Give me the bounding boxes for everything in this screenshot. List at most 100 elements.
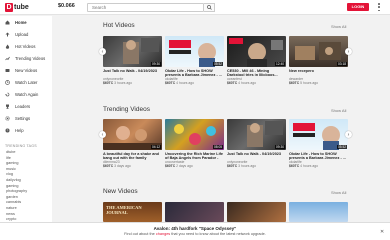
sidebar-item-watch-later[interactable]: Watch Later [0,76,52,88]
section-title-hot-videos: Hot Videos [103,22,135,29]
video-thumbnail[interactable]: 12:40 [227,36,286,67]
video-thumbnail[interactable]: 09:30 [227,119,286,150]
video-thumbnail[interactable]: 05:52 [165,36,224,67]
hot-videos-row: 09:30 Just Talk no Walk - 04/19/2023 onl… [103,36,348,85]
sidebar-item-label: Home [15,19,27,25]
video-title[interactable]: A beautiful day for a shake and bang out… [103,152,162,161]
video-title[interactable]: CE530 - Mill 46 - Mining Darkstool tries… [227,69,286,78]
video-thumbnail[interactable] [227,202,286,222]
sidebar-item-label: Settings [15,115,31,121]
video-card[interactable] [289,202,348,222]
upload-icon [5,32,10,37]
video-thumbnail[interactable] [165,202,224,222]
announcement-title: Avalon: 4th hardfork "Space Odyssey" [153,226,237,231]
video-thumbnail[interactable]: 05:52 [289,119,348,150]
video-card[interactable]: 08:05 Uncovering the Rich Marine Life of… [165,119,224,168]
search-icon [206,5,212,10]
video-card[interactable]: 05:52 Okdar Life - How to SHOW presents … [289,119,348,168]
video-payout: $60TC [165,81,176,86]
clock-icon [5,79,10,85]
video-thumbnail[interactable] [289,202,348,222]
sidebar-item-home[interactable]: Home [0,16,52,28]
announcement-text-before: Find out about the [124,232,156,236]
video-duration: 05:52 [213,62,223,66]
dtube-logo[interactable]: D tube [5,2,29,12]
top-bar: D tube $0.066 LOGIN [0,0,390,15]
video-thumbnail[interactable]: 03:18 [289,36,348,67]
thumbnail-overlay-text: THE AMERICAN JOURNAL [106,205,142,215]
video-card[interactable]: 09:30 Just Talk no Walk - 04/19/2023 onl… [227,119,286,168]
sidebar-item-trending-videos[interactable]: Trending Videos [0,52,52,64]
video-thumbnail[interactable]: 08:05 [165,119,224,150]
video-title[interactable]: Just Talk no Walk - 04/19/2023 [227,152,286,161]
sidebar-item-label: Help [15,127,24,133]
video-thumbnail[interactable]: 04:12 [103,119,162,150]
search-button[interactable] [204,3,215,12]
home-icon [5,20,10,25]
sidebar-item-upload[interactable]: Upload [0,28,52,40]
sidebar-item-settings[interactable]: Settings [0,112,52,124]
video-card[interactable]: THE AMERICAN JOURNAL [103,202,162,222]
video-card[interactable]: 04:12 A beautiful day for a shake and ba… [103,119,162,168]
close-icon[interactable]: ✕ [380,229,384,235]
sidebar-item-label: Leaders [15,103,31,109]
sidebar-item-help[interactable]: ? Help [0,124,52,136]
video-card[interactable]: 12:40 CE530 - Mill 46 - Mining Darkstool… [227,36,286,85]
sidebar-item-label: Trending Videos [15,55,46,61]
announcement-text-after: that you need to know about the latest n… [170,232,266,236]
sidebar-item-label: Watch Again [15,91,39,97]
video-title[interactable]: Uncovering the Rich Marine Life of Baja … [165,152,224,161]
video-title[interactable]: New recepero [289,69,348,78]
video-age: 3 hours ago [114,81,133,86]
video-title[interactable]: Okdar Life - How to SHOW presents a Barb… [289,152,348,161]
video-card[interactable]: 09:30 Just Talk no Walk - 04/19/2023 onl… [103,36,162,85]
announcement-bar: Avalon: 4th hardfork "Space Odyssey" Fin… [0,222,390,240]
video-duration: 09:30 [275,145,285,149]
video-thumbnail[interactable]: 09:30 [103,36,162,67]
show-all-hot-link[interactable]: Show All [331,24,346,29]
video-card[interactable]: 03:18 New recepero dewarder $60TC 5 hour… [289,36,348,85]
help-icon: ? [5,128,10,133]
hot-prev-arrow-icon[interactable]: ‹ [99,48,106,55]
sidebar-item-leaders[interactable]: Leaders [0,100,52,112]
logo-text: tube [14,3,29,11]
announcement-text: Find out about the changes that you need… [0,232,390,236]
video-card[interactable] [227,202,286,222]
video-age: 4 hours ago [176,81,195,86]
video-payout: $60TC [165,164,176,169]
login-button[interactable]: LOGIN [347,3,369,11]
search-input[interactable] [87,3,204,12]
logo-mark: D [5,2,13,12]
video-duration: 09:30 [151,62,161,66]
video-card[interactable] [165,202,224,222]
new-videos-row: THE AMERICAN JOURNAL [103,202,348,222]
trending-prev-arrow-icon[interactable]: ‹ [99,131,106,138]
video-duration: 05:52 [337,145,347,149]
show-all-new-link[interactable]: Show All [331,190,346,195]
sidebar-item-hot-videos[interactable]: Hot Videos [0,40,52,52]
hot-next-arrow-icon[interactable]: › [345,48,352,55]
video-payout: $60TC [103,164,114,169]
sidebar-item-label: Upload [15,31,29,37]
video-title[interactable]: Just Talk no Walk - 04/19/2023 [103,69,162,78]
trending-next-arrow-icon[interactable]: › [345,131,352,138]
video-thumbnail[interactable]: THE AMERICAN JOURNAL [103,202,162,222]
video-age: 2 days ago [176,164,193,169]
token-price: $0.066 [58,3,75,9]
video-payout: $60TC [289,164,300,169]
more-menu-icon[interactable] [376,3,382,11]
sidebar-item-watch-again[interactable]: Watch Again [0,88,52,100]
video-age: 3 days ago [114,164,131,169]
show-all-trending-link[interactable]: Show All [331,108,346,113]
video-age: 5 hours ago [300,81,319,86]
section-title-new-videos: New Videos [103,188,138,195]
sidebar-item-new-videos[interactable]: New Videos [0,64,52,76]
video-title[interactable]: Okdar Life - How to SHOW presents a Barb… [165,69,224,78]
section-title-trending-videos: Trending Videos [103,106,150,113]
video-age: 4 hours ago [300,164,319,169]
announcement-changes-link[interactable]: changes [156,232,170,236]
history-icon [5,92,10,97]
video-card[interactable]: 05:52 Okdar Life - How to SHOW presents … [165,36,224,85]
video-duration: 08:05 [213,145,223,149]
video-duration: 03:18 [337,62,347,66]
